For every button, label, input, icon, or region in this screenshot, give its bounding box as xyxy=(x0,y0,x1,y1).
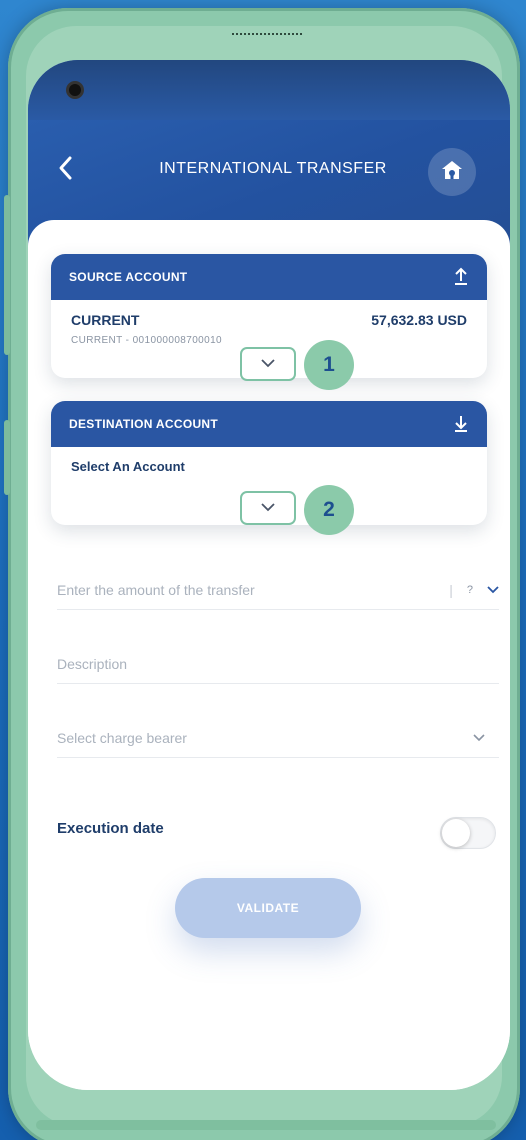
chevron-left-icon[interactable] xyxy=(56,155,76,181)
destination-account-header: DESTINATION ACCOUNT xyxy=(51,401,487,447)
step-badge-1: 1 xyxy=(304,340,354,390)
side-button xyxy=(4,420,10,495)
amount-separator: | xyxy=(449,581,453,598)
account-balance: 57,632.83 USD xyxy=(371,312,467,328)
charge-bearer-select[interactable]: Select charge bearer xyxy=(57,718,499,758)
currency-help[interactable]: ? xyxy=(467,584,473,596)
execution-date-label: Execution date xyxy=(57,820,164,837)
status-area xyxy=(28,60,510,120)
chevron-down-icon xyxy=(473,729,485,747)
step-badge-2: 2 xyxy=(304,485,354,535)
download-icon xyxy=(453,414,469,435)
home-button[interactable] xyxy=(428,148,476,196)
amount-placeholder: Enter the amount of the transfer xyxy=(57,581,255,598)
side-button xyxy=(4,195,10,355)
chevron-down-icon xyxy=(260,355,276,373)
destination-expand-button[interactable] xyxy=(240,491,296,525)
source-account-header: SOURCE ACCOUNT xyxy=(51,254,487,300)
upload-icon xyxy=(453,267,469,288)
amount-field[interactable]: Enter the amount of the transfer | ? xyxy=(57,570,499,610)
charge-bearer-placeholder: Select charge bearer xyxy=(57,729,187,746)
page-title: INTERNATIONAL TRANSFER xyxy=(159,160,387,177)
chevron-down-icon[interactable] xyxy=(487,581,499,599)
validate-button[interactable]: VALIDATE xyxy=(175,878,361,938)
execution-date-toggle[interactable] xyxy=(440,817,496,849)
home-icon xyxy=(440,158,464,187)
description-placeholder: Description xyxy=(57,655,128,672)
account-name: CURRENT xyxy=(71,312,140,328)
app-screen: INTERNATIONAL TRANSFER SOURCE ACCOUNT CU… xyxy=(28,60,510,1090)
speaker-grille xyxy=(232,33,302,37)
chevron-down-icon xyxy=(260,499,276,517)
destination-account-heading: DESTINATION ACCOUNT xyxy=(69,417,219,431)
source-account-heading: SOURCE ACCOUNT xyxy=(69,270,188,284)
description-field[interactable]: Description xyxy=(57,644,499,684)
transfer-form: SOURCE ACCOUNT CURRENT CURRENT - 0010000… xyxy=(28,220,510,1090)
source-expand-button[interactable] xyxy=(240,347,296,381)
camera-icon xyxy=(66,81,84,99)
destination-placeholder: Select An Account xyxy=(71,459,185,474)
phone-bottom-edge xyxy=(36,1120,496,1130)
account-number: CURRENT - 001000008700010 xyxy=(71,335,223,346)
toggle-knob xyxy=(442,819,470,847)
